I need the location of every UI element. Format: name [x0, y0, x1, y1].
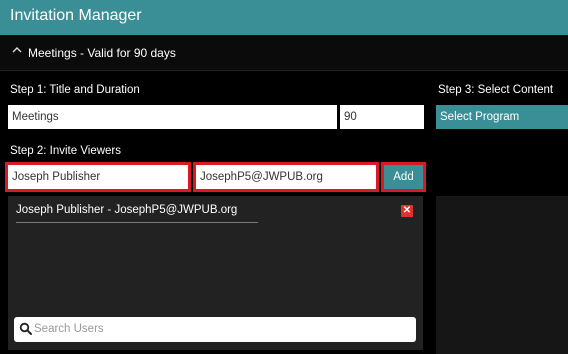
- search-placeholder: Search Users: [34, 323, 104, 335]
- window-title: Invitation Manager: [10, 7, 142, 24]
- viewer-email-input[interactable]: [193, 162, 379, 192]
- section-title: Meetings - Valid for 90 days: [28, 46, 176, 60]
- search-users-field[interactable]: Search Users: [14, 317, 416, 342]
- duration-input[interactable]: [340, 105, 424, 129]
- viewer-divider: [16, 222, 258, 223]
- section-header[interactable]: Meetings - Valid for 90 days: [0, 35, 568, 71]
- program-select-value: Select Program: [440, 111, 520, 123]
- step2-label: Step 2: Invite Viewers: [10, 145, 122, 157]
- viewer-name-input[interactable]: [5, 162, 191, 192]
- chevron-up-icon[interactable]: [12, 44, 22, 58]
- remove-viewer-icon[interactable]: ✕: [401, 205, 413, 217]
- program-select[interactable]: Select Program: [436, 105, 568, 129]
- content-panel: [436, 196, 568, 354]
- title-bar: Invitation Manager: [0, 0, 568, 35]
- step1-label: Step 1: Title and Duration: [10, 84, 140, 96]
- search-icon: [19, 322, 33, 336]
- step3-label: Step 3: Select Content: [438, 84, 554, 96]
- title-input[interactable]: [8, 105, 337, 129]
- add-viewer-button[interactable]: Add: [381, 162, 426, 192]
- viewer-list-item: Joseph Publisher - JosephP5@JWPUB.org: [16, 204, 238, 216]
